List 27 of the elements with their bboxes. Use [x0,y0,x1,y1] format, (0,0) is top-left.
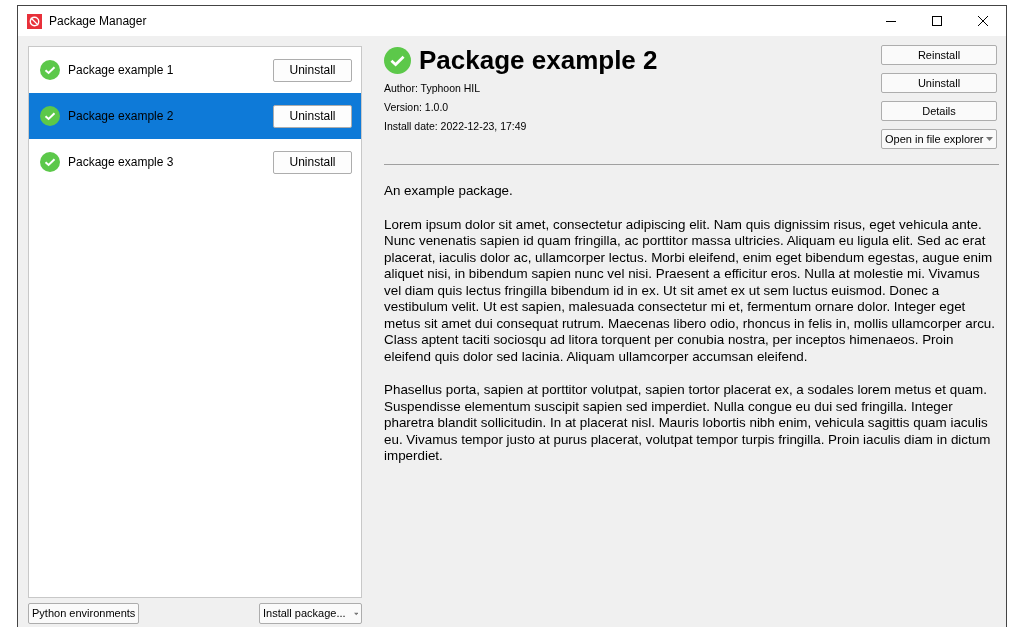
caret-icon [353,611,358,616]
app-logo-icon [27,13,42,29]
python-environments-button[interactable]: Python environments [28,603,140,624]
package-name: Package example 1 [68,62,174,79]
minimize-icon [886,20,896,22]
package-info: Author: Typhoon HIL [384,81,482,96]
uninstall-button[interactable]: Uninstall [273,150,352,174]
install-package-dropdown[interactable]: Install package... [259,603,362,624]
description-paragraph: An example package. [384,183,514,200]
package-title: Package example 2 [419,44,658,76]
package-name: Package example 2 [68,108,174,125]
maximize-icon [932,16,942,26]
package-info: Version: 1.0.0 [384,100,450,115]
package-name: Package example 3 [68,154,174,171]
package-row[interactable]: Package example 2 Uninstall [29,93,361,139]
description-paragraph: Lorem ipsum dolor sit amet, consectetur adipiscing elit. Nam quis dignissim risus, eget vehicula ante. Nunc venenatis sapien id quam fringilla, ac porttitor massa ultricies. Aliquam eu ligula elit. Sed ac erat placerat, iaculis dolor ac, ullamcorper lectus. Morbi eleifend, enim eget bibendum egestas, augue enim aliquet nisi, in bibendum sapien nunc vel nisi. Praesent a efficitur eros. Nulla at molestie mi. Vivamus vel diam quis lectus fringilla bibendum id in ex. Ut sit amet ex ut sem luctus euismod. Donec a vestibulum velit. Ut est sapien, malesuada consectetur mi et, fermentum ornare dolor. Integer eget metus sit amet dui consequat rutrum. Maecenas libero odio, rhoncus in felis in, mollis ullamcorper arcu. Class aptent taciti sociosqu ad litora torquent per conubia nostra, per inceptos himenaeos. Proin eleifend quis dolor sed lacinia. Aliquam ullamcorper accumsan eleifend. [384,216,997,365]
description-paragraph: Phasellus porta, sapien at porttitor volutpat, sapien tortor placerat ex, a sodales lorem metus et quam. Suspendisse elementum suscipit sapien sed imperdiet. Nulla congue eu dui sed fringilla. Integer pharetra blandit sollicitudin. In at placerat nisl. Mauris lobortis nibh enim, vehicula sagittis quam iaculis eu. Vivamus tempor justo at purus placerat, volutpat tempor turpis fringilla. Proin iaculis diam in dictum imperdiet. [384,382,992,465]
open-in-file-explorer-dropdown[interactable]: Open in file explorer [881,129,997,149]
uninstall-button[interactable]: Uninstall [273,104,352,128]
window-title: Package Manager [49,13,147,30]
caret-icon [986,137,993,141]
action-button[interactable]: Reinstall [881,45,997,65]
action-button[interactable]: Uninstall [881,73,997,93]
close-icon [978,16,988,26]
uninstall-button[interactable]: Uninstall [273,58,352,82]
action-button[interactable]: Details [881,101,997,121]
package-info: Install date: 2022-12-23, 17:49 [384,119,528,134]
